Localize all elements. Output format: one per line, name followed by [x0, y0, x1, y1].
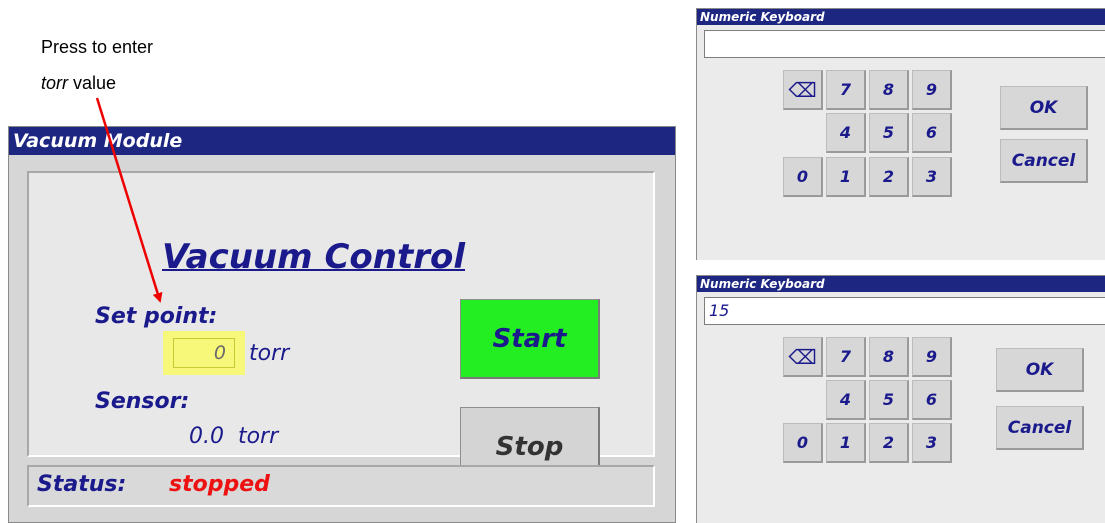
key-6[interactable]: 6: [912, 113, 952, 153]
setpoint-input[interactable]: 0: [173, 338, 235, 368]
ok-button[interactable]: OK: [1000, 86, 1088, 130]
backspace-key[interactable]: ⌫: [783, 337, 823, 377]
sensor-reading: 0.0 torr: [189, 424, 279, 449]
annotation-text-line2: torr value: [41, 73, 116, 94]
control-panel: Vacuum Control Set point: 0 torr Sensor:…: [27, 171, 655, 487]
backspace-icon: ⌫: [788, 77, 817, 102]
key-6[interactable]: 6: [912, 380, 952, 420]
key-2[interactable]: 2: [869, 157, 909, 197]
numeric-keyboard-empty: Numeric Keyboard ⌫ 7 8 9 4 5 6 0 1 2 3 O…: [696, 8, 1105, 260]
status-bar: Status: stopped: [27, 465, 655, 507]
keyboard-display[interactable]: [704, 30, 1105, 58]
setpoint-unit: torr: [249, 341, 290, 366]
key-7[interactable]: 7: [826, 70, 866, 110]
window-title: Vacuum Module: [9, 127, 675, 155]
annotation-text-line1: Press to enter: [41, 37, 154, 57]
key-9[interactable]: 9: [912, 70, 952, 110]
sensor-label: Sensor:: [95, 389, 190, 414]
page-title: Vacuum Control: [162, 237, 465, 277]
key-4[interactable]: 4: [826, 113, 866, 153]
key-0[interactable]: 0: [783, 157, 823, 197]
backspace-key[interactable]: ⌫: [783, 70, 823, 110]
setpoint-label: Set point:: [95, 304, 218, 329]
key-3[interactable]: 3: [912, 423, 952, 463]
key-5[interactable]: 5: [869, 113, 909, 153]
key-8[interactable]: 8: [869, 337, 909, 377]
status-label: Status:: [37, 472, 127, 497]
key-9[interactable]: 9: [912, 337, 952, 377]
keyboard-title: Numeric Keyboard: [697, 276, 1105, 292]
key-1[interactable]: 1: [826, 423, 866, 463]
ok-button[interactable]: OK: [996, 348, 1084, 392]
backspace-icon: ⌫: [788, 344, 817, 369]
cancel-button[interactable]: Cancel: [996, 406, 1084, 450]
vacuum-module-window: Vacuum Module Vacuum Control Set point: …: [8, 126, 676, 523]
key-7[interactable]: 7: [826, 337, 866, 377]
key-3[interactable]: 3: [912, 157, 952, 197]
keyboard-display[interactable]: 15: [704, 297, 1105, 325]
key-1[interactable]: 1: [826, 157, 866, 197]
keyboard-title: Numeric Keyboard: [697, 9, 1105, 25]
annotation-torr-word: torr: [41, 73, 68, 93]
cancel-button[interactable]: Cancel: [1000, 139, 1088, 183]
annotation-value-word: value: [68, 73, 117, 93]
key-2[interactable]: 2: [869, 423, 909, 463]
numeric-keyboard-filled: Numeric Keyboard 15 ⌫ 7 8 9 4 5 6 0 1 2 …: [696, 275, 1105, 523]
setpoint-highlight[interactable]: 0: [163, 331, 245, 375]
key-4[interactable]: 4: [826, 380, 866, 420]
key-0[interactable]: 0: [783, 423, 823, 463]
key-8[interactable]: 8: [869, 70, 909, 110]
status-value: stopped: [169, 472, 270, 497]
start-button[interactable]: Start: [460, 299, 600, 379]
key-5[interactable]: 5: [869, 380, 909, 420]
